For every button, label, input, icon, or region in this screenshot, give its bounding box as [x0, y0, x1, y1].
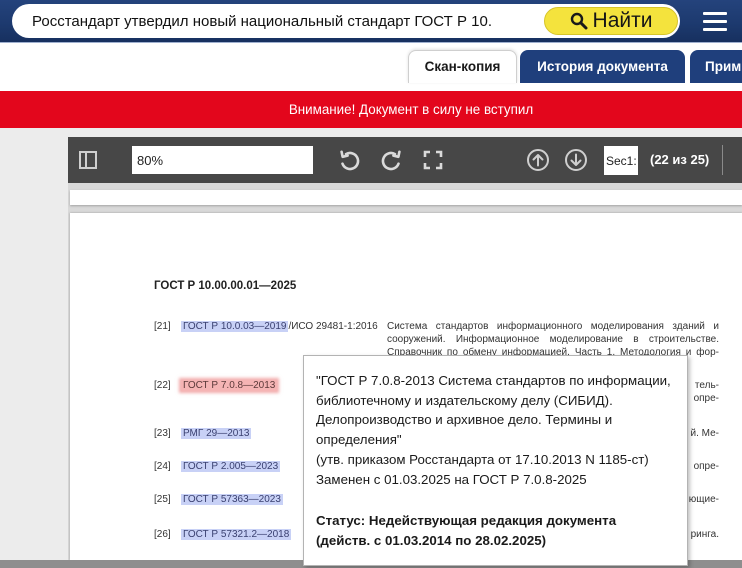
reference-number: [24]: [154, 460, 171, 472]
previous-page-edge: [70, 190, 742, 205]
viewer-toolbar: (22 из 25): [68, 137, 742, 183]
reference-row: [21] ГОСТ Р 10.0.03—2019/ИСО 29481-1:2016: [154, 320, 378, 333]
search-button-label: Найти: [592, 9, 653, 32]
reference-code-suffix: /ИСО 29481-1:2016: [288, 320, 378, 332]
tooltip-status: Статус: Недействующая редакция документа…: [316, 511, 679, 550]
reference-code-link[interactable]: ГОСТ Р 57363—2023: [181, 493, 283, 505]
tooltip-title-line: библиотечному и издательскому делу (СИБИ…: [316, 392, 613, 408]
tooltip-status-line: (действ. с 01.03.2014 по 28.02.2025): [316, 532, 547, 548]
tooltip-title-line: "ГОСТ Р 7.0.8-2013 Система стандартов по…: [316, 373, 671, 388]
tab-notes[interactable]: Прим: [690, 50, 742, 83]
page-heading: ГОСТ Р 10.00.00.01—2025: [154, 280, 297, 292]
search-button[interactable]: Найти: [544, 7, 678, 35]
fullscreen-icon[interactable]: [423, 150, 443, 170]
header-bar: Найти: [0, 0, 742, 43]
document-tooltip: "ГОСТ Р 7.0.8-2013 Система стандартов по…: [303, 355, 688, 566]
sidebar-toggle-icon[interactable]: [79, 151, 97, 169]
reference-code-link[interactable]: ГОСТ Р 7.0.8—2013: [181, 379, 278, 391]
alert-text: Внимание! Документ в силу не вступил: [288, 102, 534, 117]
reference-row: [26] ГОСТ Р 57321.2—2018: [154, 528, 292, 541]
reference-number: [21]: [154, 320, 171, 332]
reference-row: [23] РМГ 29—2013: [154, 427, 252, 440]
reference-code-link[interactable]: ГОСТ Р 2.005—2023: [181, 460, 281, 472]
page-counter: (22 из 25): [650, 152, 710, 167]
tooltip-approval: (утв. приказом Росстандарта от 17.10.201…: [316, 451, 649, 467]
reference-description-line: Система стандартов информационного модел…: [387, 320, 719, 332]
reference-number: [23]: [154, 427, 171, 439]
reference-number: [26]: [154, 528, 171, 540]
arrow-down-circle-icon[interactable]: [564, 148, 588, 172]
search-icon: [570, 12, 588, 30]
reference-code-link[interactable]: РМГ 29—2013: [181, 427, 252, 439]
tooltip-title-line: Делопроизводство и архивное дело. Термин…: [316, 412, 613, 428]
tab-scan-copy[interactable]: Скан-копия: [408, 50, 517, 83]
alert-banner: Внимание! Документ в силу не вступил: [0, 91, 742, 128]
tooltip-replaced-by: Заменен с 01.03.2025 на ГОСТ Р 7.0.8-202…: [316, 471, 587, 487]
reference-number: [25]: [154, 493, 171, 505]
left-panel: [0, 128, 68, 560]
reference-row: [25] ГОСТ Р 57363—2023: [154, 493, 283, 506]
reference-number: [22]: [154, 379, 171, 391]
tooltip-status-line: Статус: Недействующая редакция документа: [316, 513, 617, 529]
reference-code-link[interactable]: ГОСТ Р 57321.2—2018: [181, 528, 292, 540]
rotate-cw-icon[interactable]: [379, 148, 403, 172]
menu-button[interactable]: [700, 8, 730, 36]
search-bar: Найти: [12, 4, 680, 38]
reference-description: Система стандартов информационного модел…: [387, 320, 719, 359]
reference-row: [22] ГОСТ Р 7.0.8—2013: [154, 379, 278, 392]
arrow-up-circle-icon[interactable]: [526, 148, 550, 172]
toolbar-divider: [722, 145, 723, 175]
tab-bar: Скан-копия История документа Прим: [0, 43, 742, 91]
reference-code-link[interactable]: ГОСТ Р 10.0.03—2019: [181, 320, 289, 332]
tab-document-history[interactable]: История документа: [520, 50, 685, 83]
reference-row: [24] ГОСТ Р 2.005—2023: [154, 460, 281, 473]
rotate-ccw-icon[interactable]: [338, 148, 362, 172]
search-input[interactable]: [32, 4, 537, 38]
tooltip-title-line: определения": [316, 432, 402, 448]
reference-description-line: сооружений. Информационное моделирование…: [387, 333, 719, 345]
zoom-input[interactable]: [132, 146, 313, 174]
section-input[interactable]: [604, 146, 638, 175]
